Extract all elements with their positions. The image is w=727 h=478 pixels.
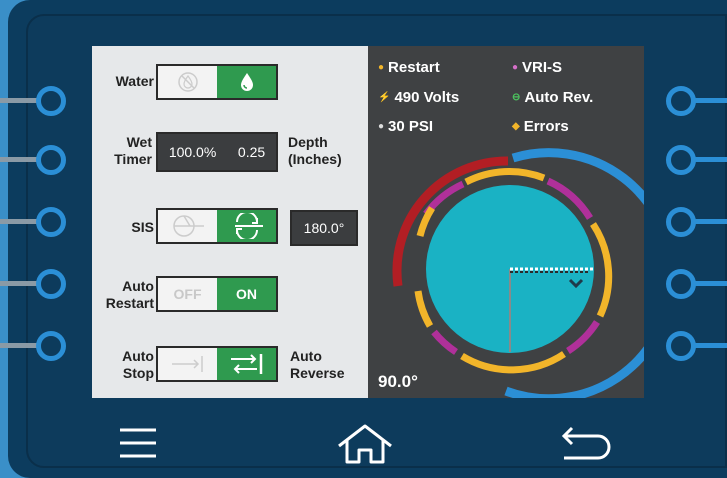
restart-zone-arc-3 <box>590 222 613 318</box>
restart-zone-arc-2 <box>464 168 546 186</box>
auto-restart-off-option[interactable]: OFF <box>158 278 217 310</box>
auto-stop-reverse-toggle[interactable] <box>156 346 278 382</box>
menu-icon[interactable] <box>116 424 160 462</box>
auto-stop-option[interactable] <box>158 348 217 380</box>
depth-label: Depth (Inches) <box>288 134 364 168</box>
auto-restart-label-line1: Auto <box>122 278 154 294</box>
sis-label: SIS <box>131 219 154 235</box>
wet-timer-label: Wet Timer <box>96 134 152 168</box>
sis-toggle[interactable] <box>156 208 278 244</box>
right-button-2-line <box>695 157 727 162</box>
water-label: Water <box>115 73 154 89</box>
left-side-button-1[interactable] <box>36 86 66 116</box>
right-side-button-1[interactable] <box>666 86 696 116</box>
water-off-option[interactable] <box>158 66 217 98</box>
left-button-5-line <box>0 343 40 348</box>
auto-restart-label-line2: Restart <box>105 295 154 311</box>
pivot-field-map[interactable] <box>368 46 644 398</box>
left-side-button-2[interactable] <box>36 145 66 175</box>
depth-value: 0.25 <box>237 144 266 160</box>
left-button-2-line <box>0 157 40 162</box>
sis-on-option[interactable] <box>217 210 276 242</box>
right-side-button-5[interactable] <box>666 331 696 361</box>
touch-screen: Water Wet Timer 100.0% 0.25 Depth (Inche… <box>92 46 644 398</box>
auto-restart-on-option[interactable]: ON <box>217 278 276 310</box>
wet-timer-label-line1: Wet <box>126 134 152 150</box>
wet-timer-label-line2: Timer <box>114 151 152 167</box>
auto-reverse-option[interactable] <box>217 348 276 380</box>
auto-reverse-label-line2: Reverse <box>290 365 345 381</box>
right-side-button-3[interactable] <box>666 207 696 237</box>
restart-zone-arc-4 <box>460 351 566 374</box>
wet-timer-depth-field[interactable]: 100.0% 0.25 <box>156 132 278 172</box>
vri-zone-arc-4 <box>431 329 459 355</box>
left-side-button-4[interactable] <box>36 269 66 299</box>
wet-timer-percent: 100.0% <box>168 144 217 160</box>
right-button-3-line <box>695 219 727 224</box>
sis-angle-field[interactable]: 180.0° <box>290 210 358 246</box>
water-drop-icon <box>240 73 253 91</box>
back-icon[interactable] <box>556 424 616 464</box>
water-toggle[interactable] <box>156 64 278 100</box>
sis-on-icon <box>234 213 263 239</box>
pivot-status-panel: ● Restart ● VRI-S ⚡ 490 Volts ⊖ Auto Rev… <box>368 46 644 398</box>
restart-zone-arc-5 <box>414 290 434 328</box>
sis-off-icon <box>172 215 204 237</box>
auto-reverse-icon <box>230 354 262 374</box>
home-icon[interactable] <box>333 422 397 466</box>
left-side-button-5[interactable] <box>36 331 66 361</box>
restart-zone-arc-1 <box>416 206 436 237</box>
auto-reverse-label: Auto Reverse <box>290 348 366 382</box>
depth-label-line2: (Inches) <box>288 151 342 167</box>
control-panel: Water Wet Timer 100.0% 0.25 Depth (Inche… <box>92 46 368 398</box>
no-water-icon <box>177 72 198 92</box>
left-button-3-line <box>0 219 40 224</box>
left-button-4-line <box>0 281 40 286</box>
left-side-button-3[interactable] <box>36 207 66 237</box>
right-side-button-2[interactable] <box>666 145 696 175</box>
vri-zone-arc-3 <box>566 320 600 354</box>
right-button-1-line <box>695 98 727 103</box>
auto-reverse-label-line1: Auto <box>290 348 322 364</box>
pivot-angle-readout: 90.0° <box>378 372 418 391</box>
auto-restart-label: Auto Restart <box>92 278 154 312</box>
auto-stop-label-line2: Stop <box>122 365 154 381</box>
auto-stop-label: Auto Stop <box>96 348 154 382</box>
auto-stop-label-line1: Auto <box>122 348 154 364</box>
left-button-1-line <box>0 98 40 103</box>
auto-restart-toggle[interactable]: OFF ON <box>156 276 278 312</box>
right-button-4-line <box>695 281 727 286</box>
sis-off-option[interactable] <box>158 210 217 242</box>
right-side-button-4[interactable] <box>666 269 696 299</box>
auto-stop-icon <box>171 356 203 372</box>
right-button-5-line <box>695 343 727 348</box>
depth-label-line1: Depth <box>288 134 328 150</box>
water-on-option[interactable] <box>217 66 276 98</box>
sis-angle-value: 180.0° <box>303 220 345 236</box>
